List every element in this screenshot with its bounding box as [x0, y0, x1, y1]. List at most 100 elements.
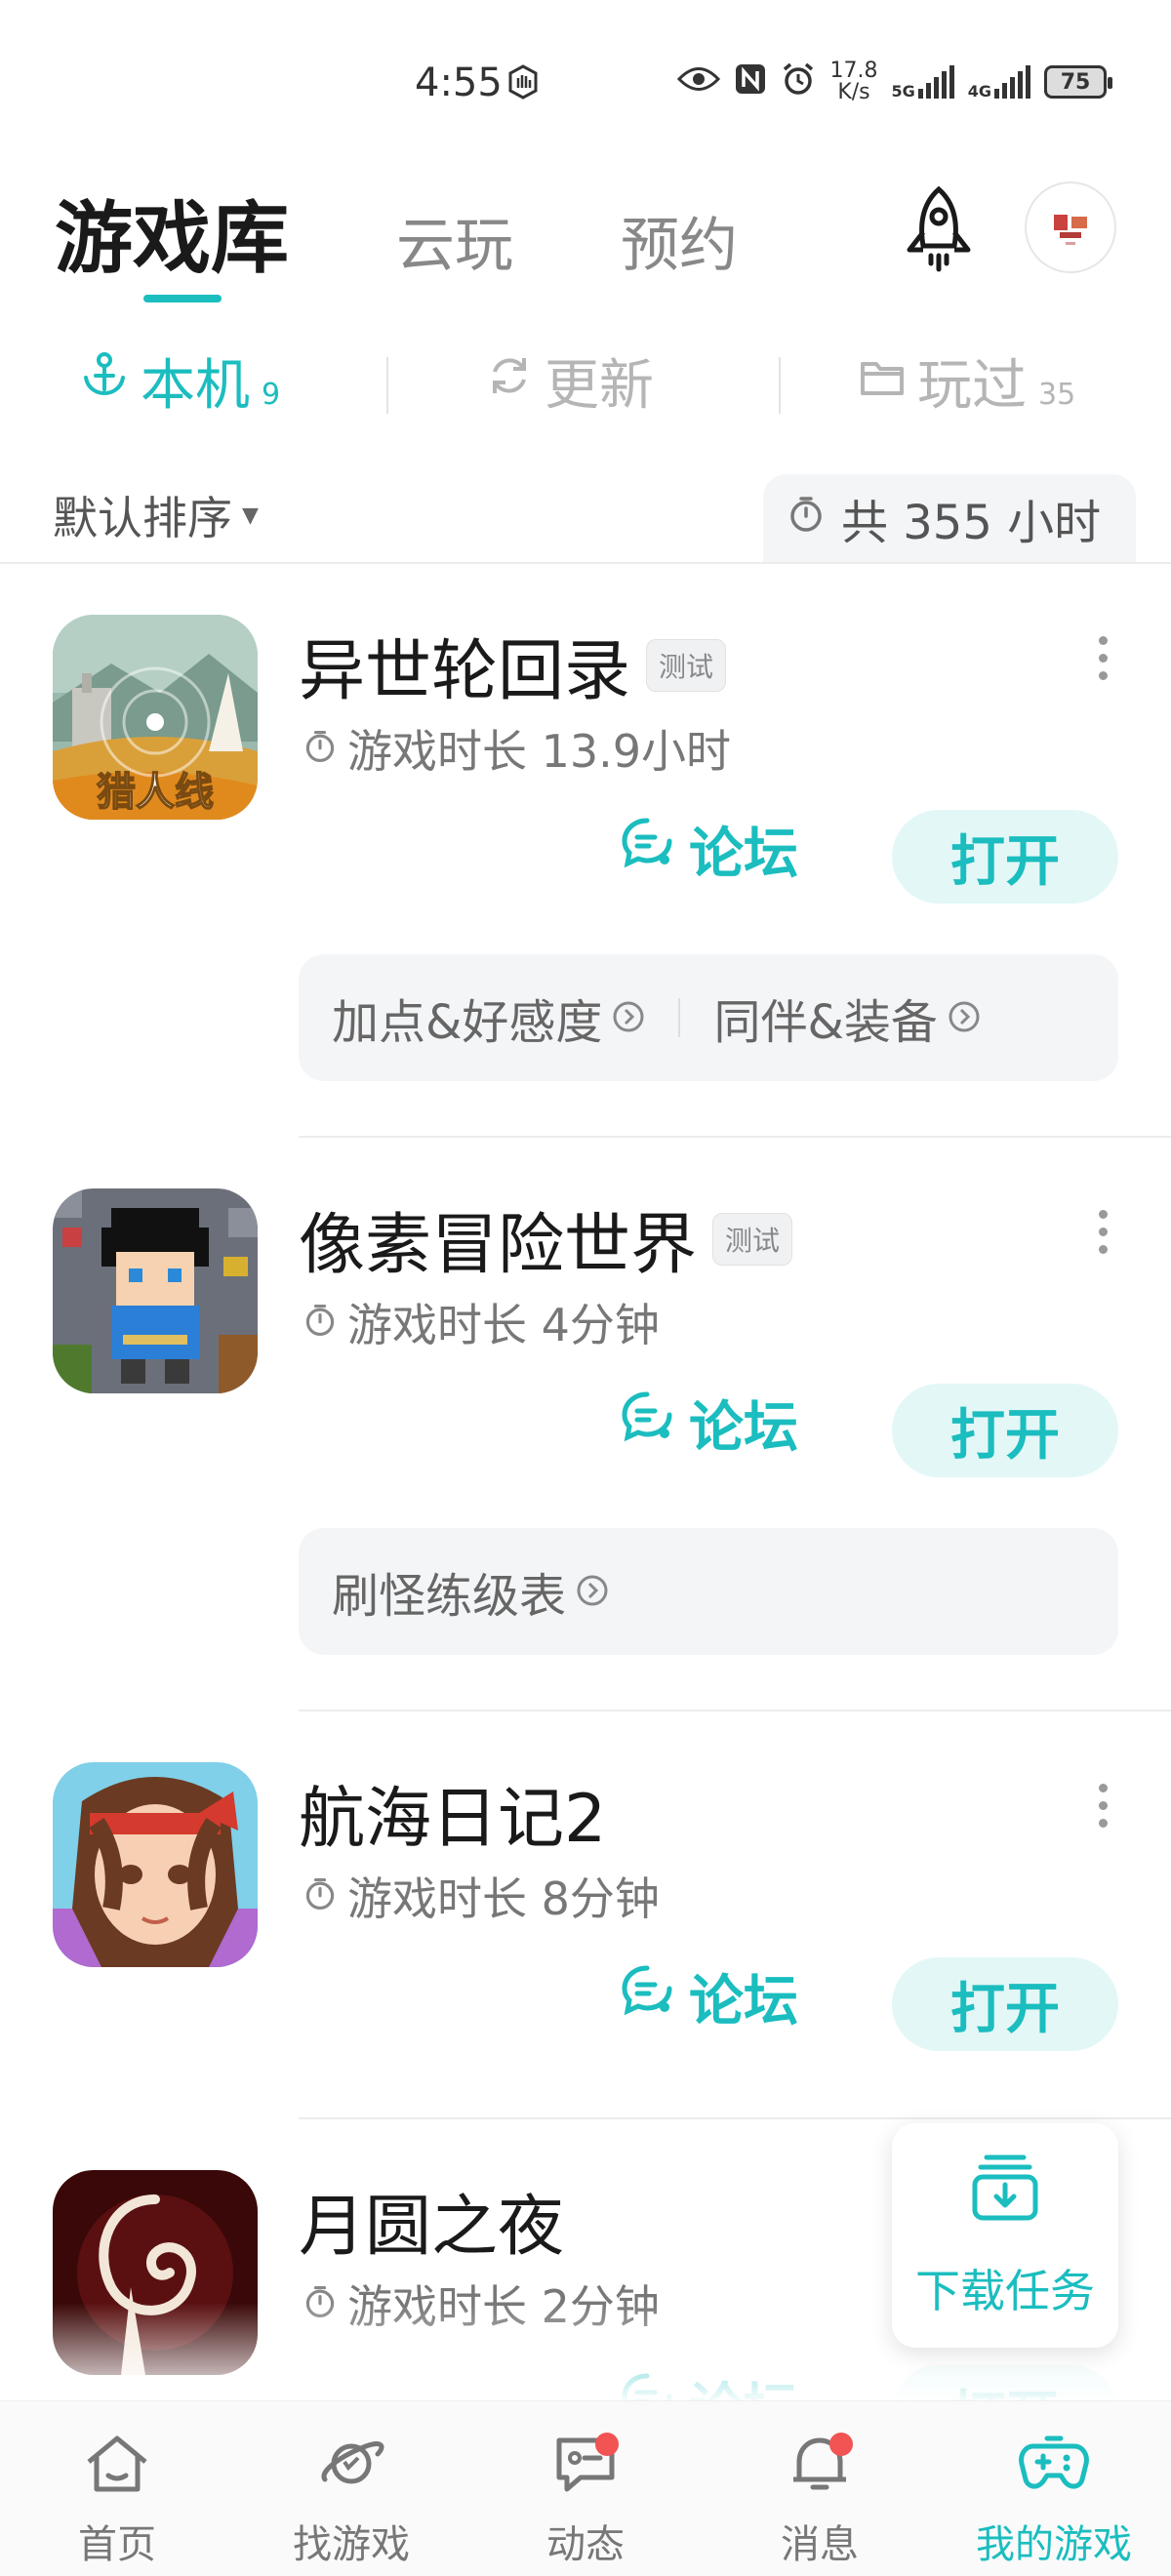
- timer-icon: [303, 722, 338, 775]
- total-playtime-label: 共 355 小时: [841, 496, 1102, 550]
- hand-icon: [505, 64, 541, 103]
- divider: [299, 1136, 1171, 1138]
- guide-label: 同伴&装备: [713, 995, 938, 1050]
- guide-link[interactable]: 同伴&装备: [713, 984, 980, 1052]
- timer-icon: [787, 491, 826, 545]
- folder-icon: [859, 349, 906, 413]
- net-label-5g: 5G: [891, 82, 915, 101]
- guide-label: 加点&好感度: [332, 995, 603, 1050]
- subtab-local[interactable]: 本机 9: [80, 342, 280, 421]
- guide-label: 刷怪练级表: [332, 1569, 567, 1624]
- status-bar: 4:55 17.8 K/s 5G 4G 75: [0, 0, 1171, 166]
- nav-my-games-label: 我的游戏: [976, 2522, 1132, 2567]
- nav-find-games-label: 找游戏: [293, 2522, 410, 2567]
- refresh-icon: [486, 349, 533, 413]
- open-button[interactable]: 打开: [892, 810, 1118, 904]
- game-title: 异世轮回录 测试: [299, 617, 727, 713]
- anchor-icon: [80, 349, 129, 413]
- chevron-right-icon: [576, 1564, 609, 1619]
- open-button[interactable]: 打开: [892, 1384, 1118, 1477]
- forum-button[interactable]: 论坛: [621, 810, 798, 889]
- forum-icon: [621, 1964, 673, 2031]
- bottom-nav: 首页 找游戏 动态 消息 我的游戏: [0, 2400, 1171, 2576]
- tab-game-library[interactable]: 游戏库: [55, 176, 289, 289]
- sort-dropdown[interactable]: 默认排序 ▼: [53, 483, 259, 547]
- subtab-played-label: 玩过: [917, 354, 1027, 418]
- game-playtime-text: 游戏时长 13.9小时: [347, 725, 732, 778]
- status-time: 4:55: [415, 60, 503, 105]
- battery-icon: 75: [1044, 65, 1112, 99]
- speed-unit: K/s: [837, 80, 870, 104]
- forum-icon: [621, 1390, 673, 1457]
- active-tab-indicator: [143, 295, 222, 302]
- avatar[interactable]: [1025, 181, 1116, 273]
- subtab-local-label: 本机: [141, 354, 250, 418]
- game-icon-pixel[interactable]: [53, 1188, 258, 1393]
- top-tabs: 游戏库 云玩 预约: [55, 176, 845, 289]
- forum-label: 论坛: [689, 1396, 798, 1460]
- forum-label: 论坛: [689, 823, 798, 886]
- signal-4g-icon: 4G: [967, 65, 1030, 101]
- game-name-text: 月圆之夜: [299, 2189, 565, 2266]
- forum-button[interactable]: 论坛: [621, 1957, 798, 2036]
- divider: [779, 357, 781, 414]
- download-task-label: 下载任务: [915, 2264, 1095, 2317]
- nav-find-games[interactable]: 找游戏: [234, 2401, 468, 2576]
- nav-home[interactable]: 首页: [0, 2401, 234, 2576]
- game-name-text: 航海日记2: [299, 1781, 607, 1858]
- planet-icon: [317, 2433, 385, 2505]
- home-icon: [83, 2433, 151, 2505]
- subtab-played[interactable]: 玩过 35: [859, 342, 1075, 421]
- game-icon-text: 猎人线: [97, 770, 214, 815]
- nav-feed[interactable]: 动态: [468, 2401, 703, 2576]
- tab-reservation[interactable]: 预约: [621, 198, 738, 283]
- game-title: 航海日记2: [299, 1764, 606, 1861]
- tab-cloud-play[interactable]: 云玩: [396, 198, 513, 283]
- nav-my-games[interactable]: 我的游戏: [937, 2401, 1171, 2576]
- caret-down-icon: ▼: [242, 503, 259, 528]
- more-options-icon[interactable]: [1099, 1784, 1112, 1828]
- sort-label: 默认排序: [53, 492, 232, 544]
- game-icon-yishi[interactable]: 猎人线: [53, 615, 258, 820]
- divider: [386, 357, 388, 414]
- battery-level: 75: [1060, 69, 1091, 95]
- nav-feed-label: 动态: [546, 2522, 625, 2567]
- divider: [299, 2117, 1171, 2119]
- subtab-updates[interactable]: 更新: [486, 342, 654, 421]
- test-badge: 测试: [712, 1212, 793, 1266]
- game-playtime-text: 游戏时长 8分钟: [347, 1872, 660, 1925]
- nfc-icon: [734, 62, 767, 101]
- forum-button[interactable]: 论坛: [621, 1384, 798, 1463]
- nav-home-label: 首页: [78, 2522, 156, 2567]
- more-options-icon[interactable]: [1099, 1210, 1112, 1254]
- download-task-button[interactable]: 下载任务: [892, 2123, 1118, 2348]
- guide-link[interactable]: 加点&好感度: [332, 984, 645, 1052]
- game-icon-sailing[interactable]: [53, 1762, 258, 1967]
- subtab-played-count: 35: [1038, 378, 1076, 412]
- notification-dot: [829, 2433, 853, 2456]
- nav-messages-label: 消息: [781, 2522, 859, 2567]
- game-name-text: 像素冒险世界: [299, 1207, 698, 1284]
- total-playtime: 共 355 小时: [763, 474, 1136, 562]
- net-label-4g: 4G: [967, 82, 991, 101]
- timer-icon: [303, 1296, 338, 1348]
- forum-label: 论坛: [689, 1970, 798, 2033]
- chevron-right-icon: [612, 990, 645, 1045]
- game-title: 月圆之夜: [299, 2172, 564, 2269]
- nav-messages[interactable]: 消息: [703, 2401, 937, 2576]
- notification-dot: [595, 2433, 619, 2456]
- signal-5g-icon: 5G: [891, 65, 954, 101]
- network-speed: 17.8 K/s: [829, 60, 877, 103]
- timer-icon: [303, 1870, 338, 1922]
- eye-icon: [677, 64, 721, 100]
- sub-tabs: 本机 9 更新 玩过 35: [0, 342, 1171, 429]
- more-options-icon[interactable]: [1099, 636, 1112, 680]
- open-button[interactable]: 打开: [892, 1957, 1118, 2051]
- game-playtime: 游戏时长 8分钟: [303, 1864, 660, 1928]
- subtab-updates-label: 更新: [545, 354, 654, 418]
- game-playtime: 游戏时长 4分钟: [303, 1290, 660, 1354]
- alarm-icon: [781, 61, 816, 102]
- guide-link[interactable]: 刷怪练级表: [332, 1557, 609, 1626]
- rocket-icon[interactable]: [900, 185, 978, 273]
- guide-links: 加点&好感度 同伴&装备: [299, 954, 1118, 1081]
